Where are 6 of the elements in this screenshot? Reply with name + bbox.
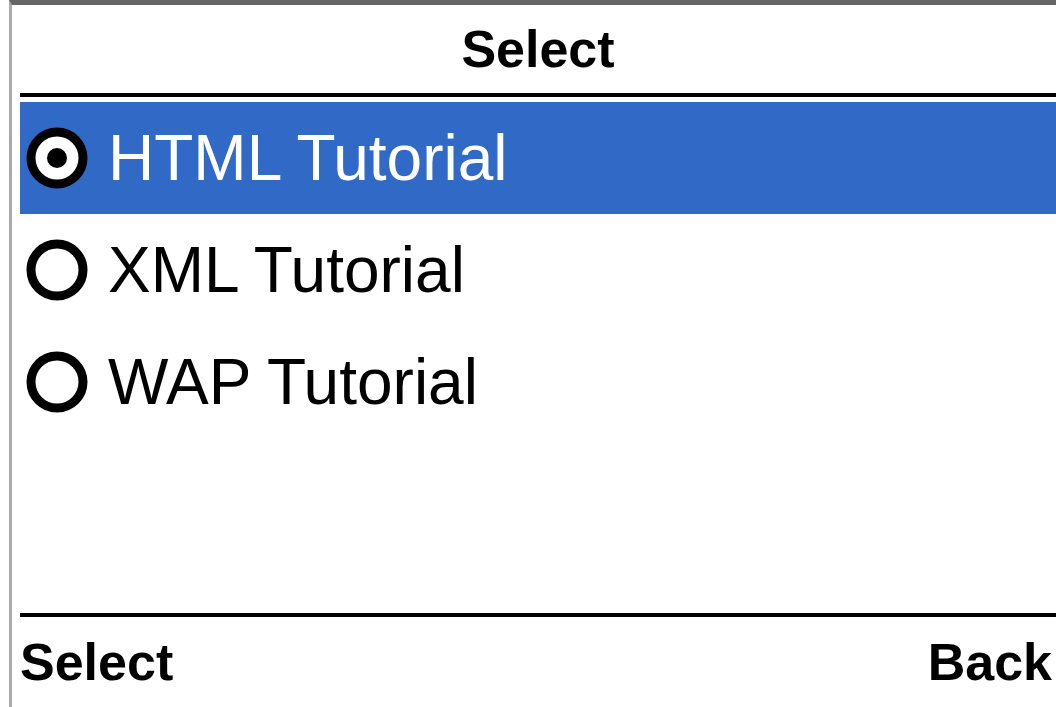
option-item[interactable]: XML Tutorial	[20, 214, 1056, 326]
back-softkey[interactable]: Back	[927, 632, 1052, 692]
option-item[interactable]: HTML Tutorial	[20, 102, 1056, 214]
screen-title: Select	[460, 19, 616, 80]
select-softkey[interactable]: Select	[20, 632, 174, 692]
option-item[interactable]: WAP Tutorial	[20, 326, 1056, 438]
